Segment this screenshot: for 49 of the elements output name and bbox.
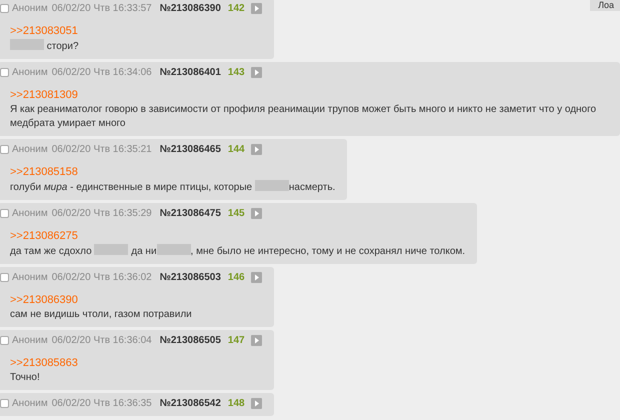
play-icon[interactable] (250, 272, 262, 282)
post-date: 06/02/20 Чтв 16:36:04 (52, 334, 152, 346)
checkbox[interactable] (0, 272, 9, 282)
post-number-link[interactable]: №213086401 (160, 66, 221, 78)
top-button[interactable]: Лоа (590, 0, 620, 11)
author-name: Аноним (12, 272, 48, 282)
checkbox[interactable] (0, 336, 9, 344)
checkbox[interactable] (0, 68, 9, 76)
post-date: 06/02/20 Чтв 16:36:35 (52, 398, 152, 408)
post-number-link[interactable]: №213086465 (160, 144, 221, 154)
post-text: стори? (0, 39, 262, 54)
checkbox[interactable] (0, 144, 9, 154)
post-count: 147 (228, 334, 245, 346)
post-text: да там же сдохло да ни , мне было не интересно, тому и не сохранял ниче толком. (9, 244, 466, 259)
author-name: Аноним (12, 144, 48, 154)
post-text: голуби мира - единственные в мире птицы, которые насмерть. (9, 180, 336, 195)
post-count: 144 (228, 144, 245, 154)
post-text: сам не видишь чтоли, газом потравили (9, 308, 193, 322)
post-date: 06/02/20 Чтв 16:35:29 (52, 208, 152, 218)
play-icon[interactable] (250, 2, 262, 14)
post-count: 143 (228, 66, 245, 78)
author-name: Аноним (12, 208, 48, 218)
author-name: Аноним (12, 398, 48, 408)
post-text: Точно! (9, 371, 41, 385)
post-date: 06/02/20 Чтв 16:36:02 (52, 272, 152, 282)
post-text: Я как реаниматолог говорю в зависимости от профиля реанимации трупов может быть много и никто не заметит что у одного медбрата умирает много (9, 103, 598, 131)
checkbox[interactable] (0, 4, 9, 12)
post-count: 148 (228, 398, 245, 408)
play-icon[interactable] (250, 144, 262, 154)
play-icon[interactable] (250, 334, 262, 346)
play-icon[interactable] (250, 66, 262, 78)
post-count: 142 (228, 2, 245, 14)
checkbox[interactable] (0, 208, 9, 218)
post-date: 06/02/20 Чтв 16:33:57 (52, 2, 152, 14)
play-icon[interactable] (250, 208, 262, 218)
post-date: 06/02/20 Чтв 16:35:21 (52, 144, 152, 154)
checkbox[interactable] (0, 398, 9, 408)
post-count: 146 (228, 272, 245, 282)
post-number-link[interactable]: №213086390 (160, 2, 221, 14)
author-name: Аноним (12, 66, 48, 78)
author-name: Аноним (12, 2, 48, 14)
post-number-link[interactable]: №213086505 (160, 334, 221, 346)
author-name: Аноним (12, 334, 48, 346)
post-number-link[interactable]: №213086503 (160, 272, 221, 282)
post-count: 145 (228, 208, 245, 218)
play-icon[interactable] (250, 398, 262, 408)
post-number-link[interactable]: №213086475 (160, 208, 221, 218)
post-number-link[interactable]: №213086542 (160, 398, 221, 408)
post-date: 06/02/20 Чтв 16:34:06 (52, 66, 152, 78)
